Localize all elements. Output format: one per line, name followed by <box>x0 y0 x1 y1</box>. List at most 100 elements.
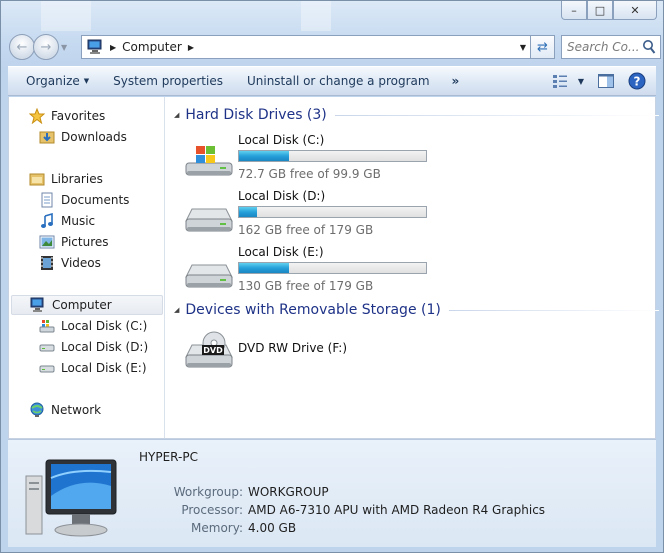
dvd-badge: DVD <box>203 346 223 355</box>
sidebar-item-documents[interactable]: Documents <box>39 190 129 210</box>
sidebar-item-local-disk-d[interactable]: Local Disk (D:) <box>39 337 148 357</box>
close-button[interactable]: ✕ <box>613 1 657 20</box>
usage-bar-fill <box>239 151 290 161</box>
breadcrumb-arrow-icon[interactable]: ▶ <box>188 43 194 52</box>
usage-bar <box>238 206 427 218</box>
address-bar[interactable]: ▶ Computer ▶ ▼ <box>81 35 531 59</box>
glass-streak <box>301 1 331 31</box>
change-view-button[interactable]: ▼ <box>552 74 584 88</box>
sidebar-item-local-disk-c[interactable]: Local Disk (C:) <box>39 316 147 336</box>
address-dropdown-icon[interactable]: ▼ <box>520 43 526 52</box>
svg-text:?: ? <box>634 75 641 89</box>
group-title: Devices with Removable Storage (1) <box>185 302 441 318</box>
forward-arrow-icon: → <box>40 39 52 55</box>
recent-pages-dropdown[interactable]: ▼ <box>61 43 67 52</box>
breadcrumb-arrow-icon[interactable]: ▶ <box>110 43 116 52</box>
computer-name: HYPER-PC <box>139 450 198 464</box>
sidebar-item-label: Videos <box>61 256 101 270</box>
toolbar-right: ▼ ? <box>552 72 646 90</box>
sidebar-item-label: Documents <box>61 193 130 207</box>
sidebar-item-downloads[interactable]: Downloads <box>39 127 127 147</box>
free-space-text: 72.7 GB free of 99.9 GB <box>238 167 381 181</box>
collapse-triangle-icon[interactable]: ◢ <box>174 306 179 314</box>
details-pane: HYPER-PC Workgroup: WORKGROUP Processor:… <box>8 439 656 547</box>
group-header-removable-storage[interactable]: ◢ Devices with Removable Storage (1) <box>174 302 659 318</box>
chevron-down-icon: ▼ <box>83 77 90 85</box>
sidebar-item-label: Network <box>51 403 102 417</box>
navigation-pane: Favorites Downloads Libraries Documents … <box>9 97 165 438</box>
sidebar-item-music[interactable]: Music <box>39 211 95 231</box>
collapse-triangle-icon[interactable]: ◢ <box>174 111 179 119</box>
computer-small-icon <box>87 39 102 54</box>
memory-label: Memory: <box>191 521 243 535</box>
help-icon[interactable]: ? <box>628 72 646 90</box>
processor-label: Processor: <box>181 503 243 517</box>
drive-icon <box>39 365 55 373</box>
drive-item-f[interactable]: DVD DVD RW Drive (F:) <box>184 329 484 385</box>
usage-bar <box>238 150 427 162</box>
organize-label: Organize <box>26 74 80 88</box>
sidebar-item-libraries[interactable]: Libraries <box>29 169 103 189</box>
processor-row: Processor: AMD A6-7310 APU with AMD Rade… <box>128 503 545 517</box>
dvd-drive-icon: DVD <box>185 331 233 368</box>
search-input[interactable]: Search Co... <box>561 35 661 59</box>
workgroup-value: WORKGROUP <box>248 485 329 499</box>
system-properties-button[interactable]: System properties <box>101 74 235 88</box>
workgroup-label: Workgroup: <box>173 485 243 499</box>
glass-streak <box>41 1 91 31</box>
refresh-button[interactable]: ⇄ <box>531 35 555 59</box>
sidebar-item-local-disk-e[interactable]: Local Disk (E:) <box>39 358 147 378</box>
network-icon <box>30 402 44 417</box>
sidebar-item-label: Pictures <box>61 235 109 249</box>
view-options-icon <box>552 75 567 88</box>
sidebar-item-label: Local Disk (D:) <box>61 340 149 354</box>
windows-drive-icon <box>185 146 233 176</box>
usage-bar <box>238 262 427 274</box>
group-header-hard-disk-drives[interactable]: ◢ Hard Disk Drives (3) <box>174 107 659 123</box>
sidebar-item-favorites[interactable]: Favorites <box>29 106 105 126</box>
breadcrumb-computer[interactable]: Computer <box>122 40 182 54</box>
refresh-icon: ⇄ <box>537 39 548 55</box>
sidebar-item-label: Computer <box>52 298 112 312</box>
system-drive-icon <box>39 320 55 333</box>
memory-value: 4.00 GB <box>248 521 297 535</box>
navigation-bar: ← → ▼ ▶ Computer ▶ ▼ ⇄ Search Co... <box>9 34 661 60</box>
drive-item-d[interactable]: Local Disk (D:) 162 GB free of 179 GB <box>184 189 484 245</box>
maximize-button[interactable]: □ <box>587 1 613 20</box>
drive-name: Local Disk (D:) <box>238 189 326 203</box>
pictures-icon <box>39 235 55 249</box>
videos-icon <box>41 256 53 270</box>
sidebar-item-pictures[interactable]: Pictures <box>39 232 109 252</box>
search-icon[interactable] <box>642 39 656 55</box>
forward-button[interactable]: → <box>33 34 59 60</box>
organize-button[interactable]: Organize ▼ <box>8 74 101 88</box>
computer-icon <box>30 297 44 312</box>
downloads-folder-icon <box>39 131 55 144</box>
computer-icon <box>25 459 117 537</box>
back-arrow-icon: ← <box>16 39 28 55</box>
minimize-button[interactable]: – <box>561 1 587 20</box>
search-placeholder: Search Co... <box>567 40 640 54</box>
free-space-text: 162 GB free of 179 GB <box>238 223 374 237</box>
uninstall-program-button[interactable]: Uninstall or change a program <box>235 74 442 88</box>
sidebar-item-computer[interactable]: Computer <box>11 295 163 315</box>
sidebar-item-network[interactable]: Network <box>29 400 101 420</box>
sidebar-item-label: Local Disk (E:) <box>61 361 147 375</box>
drive-item-c[interactable]: Local Disk (C:) 72.7 GB free of 99.9 GB <box>184 133 484 189</box>
sidebar-item-label: Local Disk (C:) <box>61 319 148 333</box>
sidebar-item-label: Libraries <box>51 172 103 186</box>
sidebar-item-label: Music <box>61 214 96 228</box>
sidebar-item-label: Favorites <box>51 109 106 123</box>
drive-item-e[interactable]: Local Disk (E:) 130 GB free of 179 GB <box>184 245 484 301</box>
file-list: ◢ Hard Disk Drives (3) Local Disk (C:) 7… <box>166 97 659 438</box>
processor-value: AMD A6-7310 APU with AMD Radeon R4 Graph… <box>248 503 546 517</box>
preview-pane-icon[interactable] <box>598 74 614 88</box>
memory-row: Memory: 4.00 GB <box>128 521 296 535</box>
caption-buttons: – □ ✕ <box>561 1 657 20</box>
more-commands-button[interactable]: » <box>442 74 470 88</box>
usage-bar-fill <box>239 263 290 273</box>
sidebar-item-videos[interactable]: Videos <box>39 253 101 273</box>
drive-icon <box>39 344 55 352</box>
libraries-icon <box>29 173 45 186</box>
back-button[interactable]: ← <box>9 34 35 60</box>
